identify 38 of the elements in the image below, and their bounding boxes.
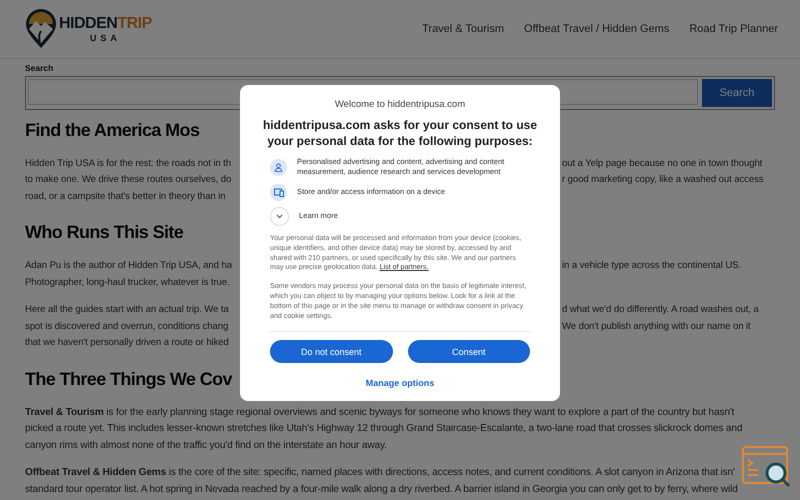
search-button[interactable]: Search — [702, 79, 772, 107]
paragraph-line: spot is discovered and overrun, conditions chang — [25, 320, 228, 332]
logo-pin-icon — [25, 9, 57, 49]
person-icon — [270, 158, 287, 176]
consent-button[interactable]: Do not consent — [270, 340, 392, 364]
devices-icon — [270, 184, 287, 201]
section-heading: Who Runs This Site — [25, 222, 184, 244]
paragraph-line: Offbeat Travel & Hidden Gems is the core of the site: specific, named places with directions, access notes, and current conditions. A slot canyon in Arizona that isn' — [25, 466, 735, 480]
paragraph-line: standard tour operator list. A hot spring in Nevada reached by a four-mile walk along a dry riverbed. A barrier island in Georgia you can only get to by ferry, where wild — [25, 482, 738, 497]
consent-button[interactable]: Consent — [408, 340, 530, 364]
logo-text: USA — [90, 34, 121, 42]
paragraph-line: Photographer, long-haul trucker, whatever is true. — [25, 276, 230, 288]
paragraph-line: out a Yelp page because no one in town thought — [562, 158, 762, 169]
paragraph-line: r good marketing copy, like a washed out access — [562, 174, 764, 186]
paragraph-line: canyon rims with almost none of the traffic you'd find on the interstate an hour away. — [25, 438, 387, 453]
nav-link[interactable]: Travel & Tourism — [422, 23, 504, 35]
nav-link[interactable]: Offbeat Travel / Hidden Gems — [524, 23, 670, 35]
paragraph-line: Here all the guides start with an actual trip. We ta — [25, 304, 229, 316]
browser-search-icon[interactable] — [742, 446, 792, 488]
paragraph-line: d what we'd do differently. A road washes out, a — [562, 304, 759, 316]
paragraph-line: Travel & Tourism is for the early planning stage regional overviews and scenic byways for someone who knows they want to explore a part of the country but hasn't — [25, 406, 734, 420]
paragraph-line: in a vehicle type across the continental US. — [562, 260, 742, 271]
paragraph-line: to make one. We drive these routes ourselves, do — [25, 174, 232, 186]
dialog-title: hiddentripusa.com asks for your consent to use your personal data for the following purposes: — [262, 118, 538, 150]
nav-link[interactable]: Road Trip Planner — [689, 23, 778, 35]
paragraph-line: road, or a campsite that's better in theory than in — [25, 190, 226, 202]
logo-text: TRIP — [117, 16, 152, 32]
search-label: Search — [25, 63, 54, 73]
dialog-welcome: Welcome to hiddentripusa.com — [334, 99, 466, 110]
logo-text: HIDDEN — [59, 16, 118, 32]
paragraph-line: We don't publish anything with our name on it — [562, 320, 751, 332]
paragraph-line: Adan Pu is the author of Hidden Trip USA, and ha — [25, 260, 232, 271]
paragraph-line: picked a route yet. This includes lesser-known stretches like Utah's Highway 12 through Grand Staircase-Escalante, a two-lane road that crosses slickrock domes and — [25, 422, 742, 436]
paragraph-line: that we haven't personally driven a route or hiked — [25, 337, 229, 348]
manage-options-link[interactable]: Manage options — [366, 378, 434, 388]
section-heading: Find the America Mos — [25, 120, 200, 142]
paragraph-line: Hidden Trip USA is for the rest: the roads not in th — [25, 158, 231, 169]
section-heading: The Three Things We Cov — [25, 368, 232, 391]
